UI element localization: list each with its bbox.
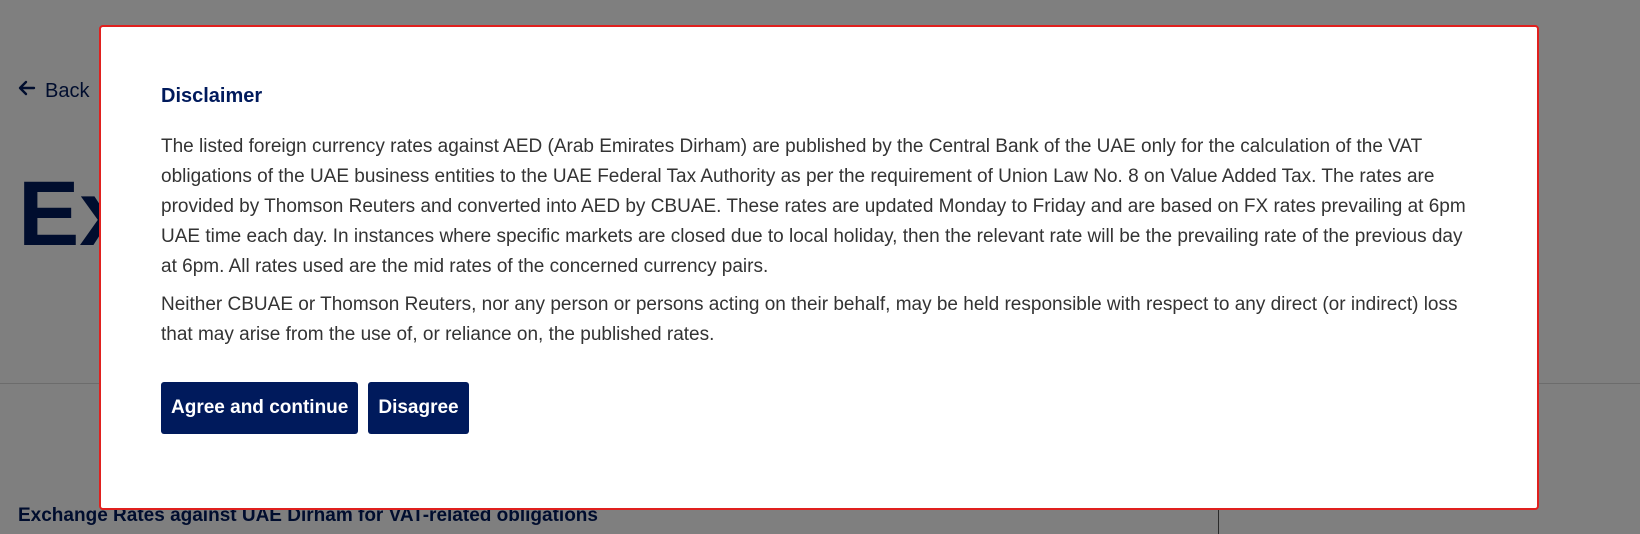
disclaimer-paragraph-1: The listed foreign currency rates agains… [161,136,1466,277]
modal-title: Disclaimer [161,85,263,107]
disagree-button[interactable]: Disagree [368,382,469,434]
agree-and-continue-button[interactable]: Agree and continue [161,382,359,434]
disclaimer-modal: Disclaimer The listed foreign currency r… [99,25,1539,510]
modal-button-row: Agree and continue Disagree [161,382,1477,434]
disclaimer-paragraph-2: Neither CBUAE or Thomson Reuters, nor an… [161,294,1458,345]
